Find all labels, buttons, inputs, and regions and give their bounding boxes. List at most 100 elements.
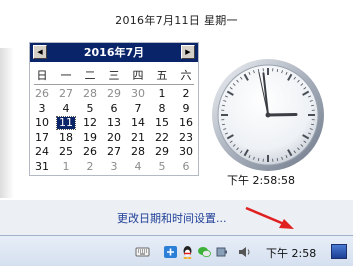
calendar-day[interactable]: 22 xyxy=(150,131,174,146)
calendar-day-number: 8 xyxy=(158,101,166,115)
calendar-day[interactable]: 31 xyxy=(30,160,54,175)
next-month-button[interactable]: ▶ xyxy=(181,45,195,59)
calendar-week-row: 10 11 12 13 14 15 16 xyxy=(30,116,198,131)
calendar-day[interactable]: 30 xyxy=(126,87,150,102)
calendar-day-number: 19 xyxy=(83,130,97,144)
calendar-day[interactable]: 1 xyxy=(54,160,78,175)
calendar-day[interactable]: 15 xyxy=(150,116,174,131)
calendar-day-number: 28 xyxy=(131,145,145,158)
calendar-day[interactable]: 26 xyxy=(78,145,102,160)
calendar-day[interactable]: 8 xyxy=(150,102,174,117)
calendar-day[interactable]: 4 xyxy=(54,102,78,117)
calendar-day[interactable]: 3 xyxy=(30,102,54,117)
clock-time-label: 下午 2:58:58 xyxy=(227,174,295,187)
calendar-day[interactable]: 10 xyxy=(30,116,54,131)
calendar-week-row: 3 4 5 6 7 8 9 xyxy=(30,102,198,117)
calendar-day-number: 14 xyxy=(131,116,145,129)
calendar-day-number: 21 xyxy=(131,130,145,144)
calendar-day[interactable]: 19 xyxy=(78,131,102,146)
calendar-day-number: 22 xyxy=(155,130,169,144)
calendar-day-number: 26 xyxy=(35,87,49,100)
clock-center xyxy=(265,112,271,118)
calendar-day-number: 11 xyxy=(56,116,76,130)
weekday-header-row: 日一二三四五六 xyxy=(30,67,198,83)
calendar-day[interactable]: 7 xyxy=(126,102,150,117)
calendar-day[interactable]: 29 xyxy=(150,145,174,160)
weekday-label: 二 xyxy=(84,69,96,82)
calendar-week-row: 24 25 26 27 28 29 30 xyxy=(30,145,198,160)
calendar-day-number: 10 xyxy=(35,116,49,129)
calendar-day[interactable]: 25 xyxy=(54,145,78,160)
calendar-day-number: 3 xyxy=(38,101,46,115)
calendar-day[interactable]: 9 xyxy=(174,102,198,117)
calendar-day[interactable]: 5 xyxy=(78,102,102,117)
calendar-day[interactable]: 13 xyxy=(102,116,126,131)
weekday-label: 一 xyxy=(60,69,72,82)
calendar-day[interactable]: 6 xyxy=(102,102,126,117)
calendar-day[interactable]: 26 xyxy=(30,87,54,102)
calendar-day-number: 2 xyxy=(86,159,94,173)
calendar-day[interactable]: 30 xyxy=(174,145,198,160)
window-shadow xyxy=(0,48,14,198)
calendar-day[interactable]: 24 xyxy=(30,145,54,160)
calendar-day-number: 5 xyxy=(86,101,94,115)
right-arrow-icon: ▶ xyxy=(185,48,191,56)
weekday-label: 日 xyxy=(36,69,48,82)
calendar-day-number: 29 xyxy=(155,145,169,158)
calendar-day-number: 1 xyxy=(158,87,166,100)
calendar-day[interactable]: 28 xyxy=(126,145,150,160)
calendar-day[interactable]: 2 xyxy=(174,87,198,102)
calendar-day-number: 28 xyxy=(83,87,97,100)
calendar-day[interactable]: 21 xyxy=(126,131,150,146)
weekday-label: 三 xyxy=(108,69,120,82)
settings-link-bar: 更改日期和时间设置... xyxy=(0,200,353,235)
calendar-day-number: 12 xyxy=(83,116,97,129)
calendar-day[interactable]: 17 xyxy=(30,131,54,146)
calendar-day[interactable]: 18 xyxy=(54,131,78,146)
calendar-day-number: 20 xyxy=(107,130,121,144)
calendar-day-selected[interactable]: 11 xyxy=(54,116,78,131)
qq-icon[interactable] xyxy=(180,245,195,259)
calendar: ◀ 2016年7月 ▶ 日一二三四五六 26 27 28 29 30 1 2 3 4 5 6 7 8 9 1… xyxy=(29,42,199,176)
calendar-day[interactable]: 5 xyxy=(150,160,174,175)
volume-icon[interactable] xyxy=(237,245,252,259)
calendar-days-grid: 26 27 28 29 30 1 2 3 4 5 6 7 8 9 10 11 12 13 14 15 16 17 18 19 2… xyxy=(30,87,198,174)
calendar-day[interactable]: 3 xyxy=(102,160,126,175)
date-time-popup: 2016年7月11日 星期一 ◀ 2016年7月 ▶ 日一二三四五六 26 27 2… xyxy=(0,0,353,235)
calendar-day[interactable]: 29 xyxy=(102,87,126,102)
calendar-week-row: 31 1 2 3 4 5 6 xyxy=(30,160,198,175)
taskbar-clock[interactable]: 下午 2:58 xyxy=(266,245,316,261)
calendar-day-number: 16 xyxy=(179,116,193,129)
month-title[interactable]: 2016年7月 xyxy=(30,43,198,62)
calendar-day[interactable]: 20 xyxy=(102,131,126,146)
calendar-day[interactable]: 27 xyxy=(54,87,78,102)
calendar-day-number: 30 xyxy=(131,87,145,100)
keyboard-icon[interactable] xyxy=(135,245,150,259)
calendar-day-number: 18 xyxy=(59,130,73,144)
wechat-icon[interactable] xyxy=(197,245,212,259)
calendar-day[interactable]: 12 xyxy=(78,116,102,131)
change-datetime-settings-link[interactable]: 更改日期和时间设置... xyxy=(117,210,227,226)
calendar-day-number: 1 xyxy=(62,159,70,173)
calendar-day-number: 23 xyxy=(179,130,193,144)
calendar-day[interactable]: 16 xyxy=(174,116,198,131)
calendar-day[interactable]: 23 xyxy=(174,131,198,146)
analog-clock xyxy=(212,59,324,171)
weekday-label: 五 xyxy=(156,69,168,82)
calendar-day[interactable]: 28 xyxy=(78,87,102,102)
calendar-day[interactable]: 6 xyxy=(174,160,198,175)
weekday-label: 四 xyxy=(132,69,144,82)
calendar-day[interactable]: 14 xyxy=(126,116,150,131)
calendar-day[interactable]: 4 xyxy=(126,160,150,175)
calendar-day[interactable]: 27 xyxy=(102,145,126,160)
weekday-divider xyxy=(34,84,194,85)
calendar-day[interactable]: 1 xyxy=(150,87,174,102)
weekday-label: 六 xyxy=(180,69,192,82)
power-icon[interactable] xyxy=(214,245,229,259)
calendar-week-row: 17 18 19 20 21 22 23 xyxy=(30,131,198,146)
show-desktop-button[interactable] xyxy=(331,244,347,259)
network-app-icon[interactable] xyxy=(163,245,178,259)
calendar-day[interactable]: 2 xyxy=(78,160,102,175)
calendar-day-number: 2 xyxy=(182,87,190,100)
calendar-day-number: 15 xyxy=(155,116,169,129)
